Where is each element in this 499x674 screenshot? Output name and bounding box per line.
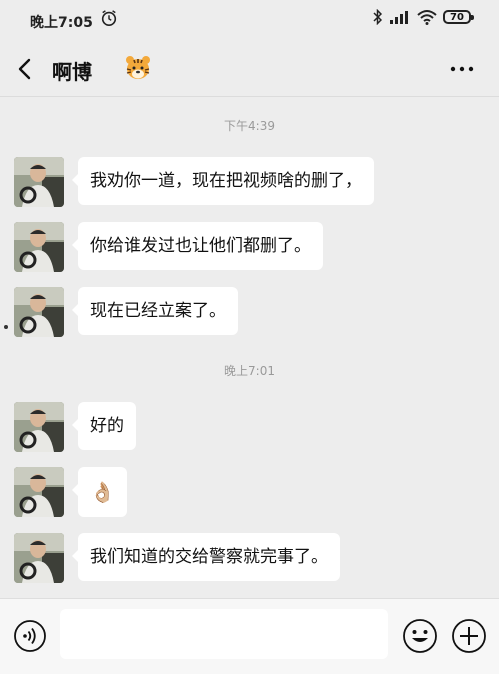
- signal-icon: [390, 11, 408, 24]
- avatar[interactable]: [14, 402, 64, 452]
- message-bubble[interactable]: 好的: [72, 402, 136, 450]
- ok-hand-emoji-bubble[interactable]: 👌🏼: [72, 467, 127, 517]
- stray-dot: [4, 325, 8, 329]
- smiley-icon[interactable]: [402, 618, 438, 654]
- avatar[interactable]: [14, 222, 64, 272]
- status-icons: 70: [373, 9, 474, 25]
- battery-indicator: 70: [443, 10, 474, 24]
- message-bubble[interactable]: 现在已经立案了。: [72, 287, 238, 335]
- avatar[interactable]: [14, 287, 64, 337]
- message-row: 你给谁发过也让他们都删了。: [14, 222, 323, 272]
- voice-icon[interactable]: [13, 619, 47, 653]
- plus-icon[interactable]: [451, 618, 487, 654]
- chat-title: 啊博: [52, 60, 92, 84]
- bluetooth-icon: [373, 9, 383, 25]
- alarm-icon: [101, 10, 117, 27]
- message-bubble[interactable]: 你给谁发过也让他们都删了。: [72, 222, 323, 270]
- input-bar: [0, 598, 499, 674]
- more-dots-icon[interactable]: [447, 56, 477, 82]
- avatar[interactable]: [14, 467, 64, 517]
- message-row: 我们知道的交给警察就完事了。: [14, 533, 340, 583]
- avatar[interactable]: [14, 533, 64, 583]
- message-row: 👌🏼: [14, 467, 127, 517]
- chat-header: 啊博: [0, 42, 499, 97]
- message-row: 我劝你一道，现在把视频啥的删了，: [14, 157, 374, 207]
- chevron-left-icon[interactable]: [12, 55, 40, 83]
- wifi-icon: [417, 10, 437, 25]
- tiger-emoji-icon: [126, 56, 150, 79]
- message-row: 现在已经立案了。: [14, 287, 238, 337]
- message-bubble[interactable]: 我们知道的交给警察就完事了。: [72, 533, 340, 581]
- time-divider: 下午4:39: [224, 119, 275, 133]
- message-row: 好的: [14, 402, 136, 452]
- message-list[interactable]: 下午4:39 我劝你一道，现在把视频啥的删了， 你给谁发过也让他们都删了。 现在…: [0, 97, 499, 597]
- message-input[interactable]: [60, 609, 388, 659]
- time-divider: 晚上7:01: [224, 364, 275, 378]
- status-time: 晚上7:05: [30, 15, 93, 31]
- status-bar: 晚上7:05 70: [0, 0, 499, 42]
- avatar[interactable]: [14, 157, 64, 207]
- message-bubble[interactable]: 我劝你一道，现在把视频啥的删了，: [72, 157, 374, 205]
